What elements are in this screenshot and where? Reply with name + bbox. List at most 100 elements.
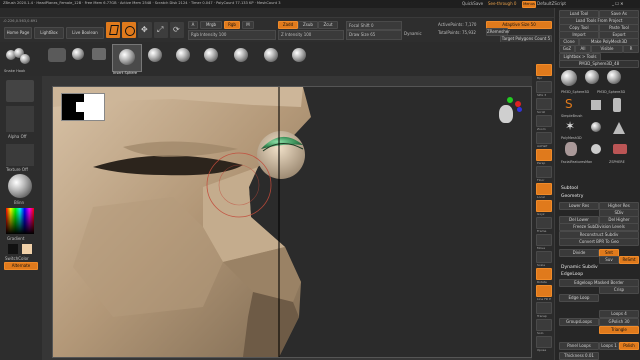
- facial-features-icon[interactable]: [565, 142, 577, 156]
- simple-brush-icon[interactable]: S: [565, 98, 573, 110]
- right-shelf-button[interactable]: Zoom: [536, 115, 552, 131]
- right-shelf-button[interactable]: Scroll: [536, 98, 552, 114]
- focal-shift-slider[interactable]: Focal Shift 0: [346, 21, 402, 30]
- color-picker[interactable]: [6, 208, 34, 234]
- move-mode-button[interactable]: ✥: [138, 22, 152, 38]
- main-color-swatch[interactable]: [8, 244, 18, 254]
- draw-size-slider[interactable]: Draw Size 65: [346, 30, 402, 40]
- right-shelf-button[interactable]: Solo: [536, 319, 552, 335]
- dynamic-toggle[interactable]: Dynamic: [404, 31, 422, 36]
- goz-r-button[interactable]: R: [623, 45, 639, 53]
- panel-loops-count-slider[interactable]: Loops 1: [599, 342, 619, 350]
- navigation-gizmo[interactable]: [493, 97, 523, 133]
- gpolish-slider[interactable]: GPolish 30: [599, 318, 639, 326]
- current-tool-icon[interactable]: [561, 70, 577, 86]
- cylinder-brush-icon[interactable]: [48, 48, 66, 62]
- zsub-button[interactable]: Zsub: [298, 21, 318, 29]
- panel-loops-button[interactable]: Panel Loops: [559, 342, 599, 350]
- stroke-thumbnail[interactable]: [6, 80, 34, 102]
- rgb-intensity-slider[interactable]: Rgb Intensity 100: [188, 30, 276, 40]
- z-intensity-slider[interactable]: Z Intensity 100: [278, 30, 344, 40]
- suv-toggle[interactable]: Suv: [599, 256, 619, 264]
- zcut-button[interactable]: Zcut: [318, 21, 338, 29]
- crisp-toggle[interactable]: Crisp: [599, 286, 639, 294]
- viewport[interactable]: [52, 86, 532, 358]
- thickness-slider[interactable]: Thickness 0.01: [559, 352, 599, 360]
- groups-loops-button[interactable]: GroupsLoops: [559, 318, 599, 326]
- edgeloop-header[interactable]: EdgeLoop: [561, 272, 583, 277]
- live-boolean-button[interactable]: Live Boolean: [66, 27, 104, 39]
- panel-polish-toggle[interactable]: Polish: [619, 342, 639, 350]
- a-toggle[interactable]: A: [188, 21, 198, 29]
- alternate-button[interactable]: Alternate: [4, 262, 38, 270]
- menus-toggle[interactable]: Menus: [522, 1, 536, 8]
- convert-bpr-button[interactable]: Convert BPR To Geo: [559, 238, 639, 246]
- cylinder-icon[interactable]: [613, 98, 621, 112]
- brush-slot-icon[interactable]: [148, 48, 162, 62]
- brush-slot-icon[interactable]: [264, 48, 278, 62]
- right-shelf-button[interactable]: Gxyz: [536, 200, 552, 216]
- lightbox-button[interactable]: LightBox: [34, 27, 64, 39]
- right-shelf-button[interactable]: Local: [536, 183, 552, 199]
- m-button[interactable]: M: [242, 21, 254, 29]
- brush-stack-icon[interactable]: [6, 46, 32, 68]
- right-shelf-button[interactable]: SPix 3: [536, 81, 552, 97]
- edit-mode-button[interactable]: [106, 22, 120, 38]
- right-shelf-button[interactable]: AAHalf: [536, 132, 552, 148]
- switch-color-button[interactable]: SwitchColor: [5, 256, 29, 261]
- right-shelf-button[interactable]: Bpr: [536, 64, 552, 80]
- tool-sphere-icon[interactable]: [585, 70, 599, 84]
- resmt-toggle[interactable]: ReSmt: [619, 256, 639, 264]
- right-shelf-button[interactable]: Transp: [536, 302, 552, 318]
- brush-slot-icon[interactable]: [292, 48, 306, 62]
- sphere-brush-icon[interactable]: [72, 48, 84, 60]
- cube-brush-icon[interactable]: [92, 48, 106, 60]
- triangle-toggle[interactable]: Triangle: [599, 326, 639, 334]
- draw-mode-button[interactable]: [122, 22, 136, 38]
- tool-sphere-icon[interactable]: [607, 70, 621, 84]
- texture-thumbnail[interactable]: [6, 144, 34, 166]
- brush-slot-icon[interactable]: [204, 48, 218, 62]
- alpha-thumbnail[interactable]: [6, 106, 34, 132]
- seethrough-slider[interactable]: See-through 0: [488, 1, 516, 6]
- secondary-color-swatch[interactable]: [22, 244, 32, 254]
- right-shelf-button[interactable]: Line Fill PolyF: [536, 285, 552, 301]
- zadd-button[interactable]: Zadd: [278, 21, 298, 29]
- right-shelf-button[interactable]: Rotate: [536, 268, 552, 284]
- goz-all-button[interactable]: All: [575, 45, 591, 53]
- polymesh-icon[interactable]: [591, 100, 601, 110]
- goz-button[interactable]: GoZ: [559, 45, 575, 53]
- tool-icon[interactable]: [613, 144, 627, 154]
- window-controls[interactable]: _ ☐ ✕: [612, 1, 623, 6]
- right-shelf-button[interactable]: Frame: [536, 217, 552, 233]
- mrgb-button[interactable]: Mrgb: [200, 21, 222, 29]
- loops-slider[interactable]: Loops 4: [599, 310, 639, 318]
- right-shelf-button[interactable]: Scale: [536, 251, 552, 267]
- geometry-header[interactable]: Geometry: [561, 194, 583, 199]
- quicksave-button[interactable]: QuickSave: [462, 1, 483, 6]
- goz-visible-button[interactable]: Visible: [591, 45, 623, 53]
- brush-slot-icon[interactable]: [176, 48, 190, 62]
- right-shelf-button[interactable]: Move: [536, 234, 552, 250]
- home-page-button[interactable]: Home Page: [4, 27, 32, 39]
- default-zscript-button[interactable]: DefaultZScript: [537, 1, 566, 6]
- scale-mode-button[interactable]: ⤢: [154, 22, 168, 38]
- right-shelf-button[interactable]: Xpose: [536, 336, 552, 352]
- zsphere-icon[interactable]: [591, 144, 601, 154]
- rotate-mode-button[interactable]: ⟳: [170, 22, 184, 38]
- current-tool-slider[interactable]: PM3D_Sphere3D_48: [559, 60, 639, 68]
- dynamic-subdiv-header[interactable]: Dynamic Subdiv: [561, 265, 598, 270]
- right-shelf-button[interactable]: Persp: [536, 149, 552, 165]
- ring-icon[interactable]: [591, 122, 601, 132]
- document-canvas[interactable]: [42, 76, 532, 360]
- freeze-subdiv-button[interactable]: Freeze SubDivision Levels: [559, 223, 639, 231]
- right-shelf-button[interactable]: Floor: [536, 166, 552, 182]
- rgb-button[interactable]: Rgb: [224, 21, 240, 29]
- star-icon[interactable]: ✶: [565, 120, 575, 132]
- edge-loop-button[interactable]: Edge Loop: [559, 294, 599, 302]
- brush-slot-icon[interactable]: [234, 48, 248, 62]
- subtool-header[interactable]: Subtool: [561, 186, 578, 191]
- insert-sphere-brush[interactable]: [112, 44, 142, 72]
- cone-icon[interactable]: [613, 122, 625, 134]
- material-sphere-icon[interactable]: [8, 174, 32, 198]
